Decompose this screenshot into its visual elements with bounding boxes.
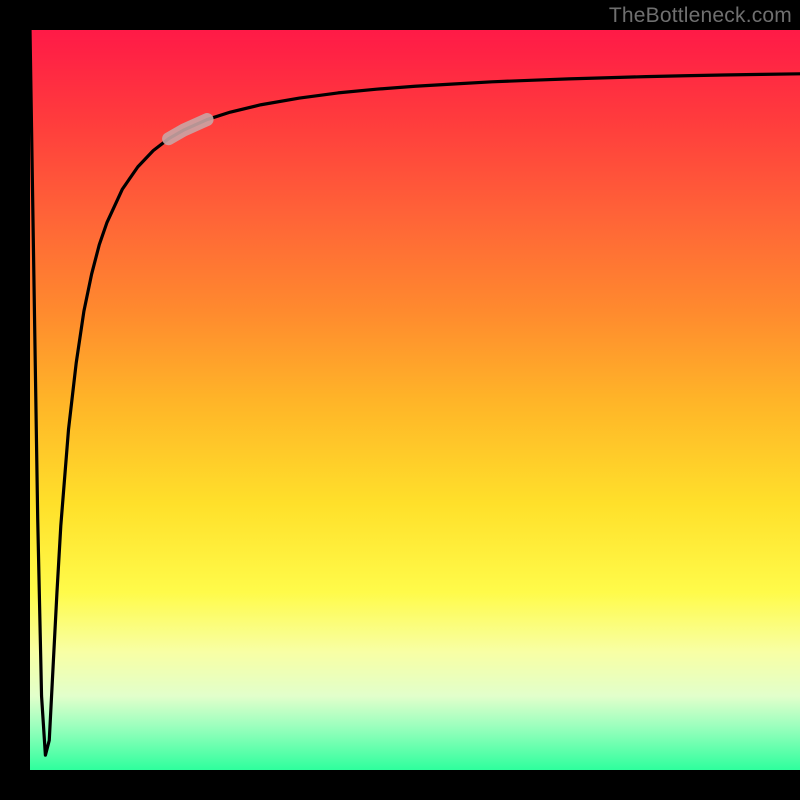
curve-layer bbox=[30, 30, 800, 770]
watermark-text: TheBottleneck.com bbox=[609, 4, 792, 28]
bottleneck-curve bbox=[30, 30, 800, 755]
curve-highlight-segment bbox=[169, 120, 208, 139]
chart-container: TheBottleneck.com bbox=[0, 0, 800, 800]
